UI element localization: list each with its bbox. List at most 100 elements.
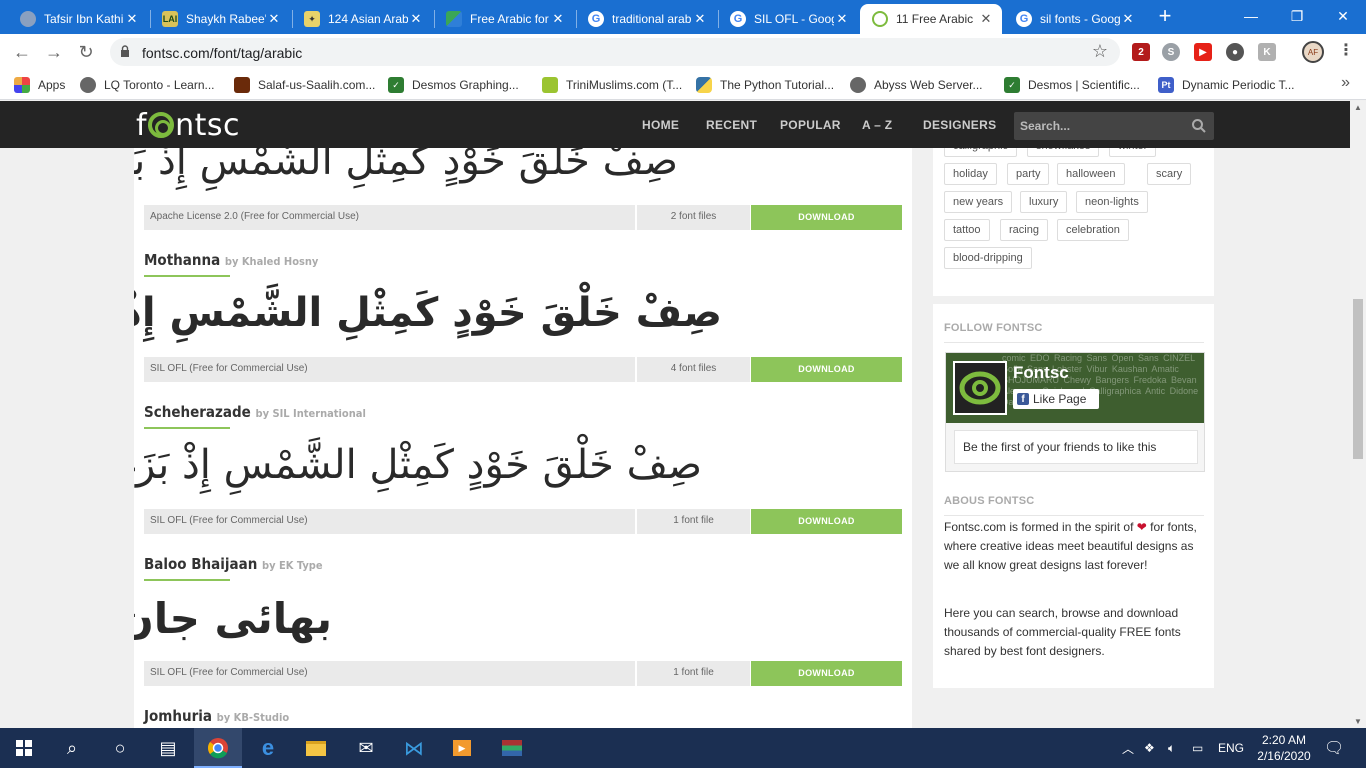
bookmark-apps[interactable]: Apps: [14, 76, 65, 94]
network-icon[interactable]: ▭: [1192, 728, 1203, 768]
close-window-icon[interactable]: ✕: [1320, 0, 1366, 32]
clock[interactable]: 2:20 AM 2/16/2020: [1256, 728, 1312, 768]
back-arrow-icon[interactable]: ←: [10, 40, 34, 64]
bookmark-item[interactable]: Salaf-us-Saalih.com...: [234, 76, 375, 94]
nav-designers[interactable]: DESIGNERS: [923, 101, 996, 148]
browser-tab[interactable]: G traditional arab ✕: [576, 4, 716, 34]
download-button[interactable]: DOWNLOAD: [751, 205, 902, 230]
forward-arrow-icon[interactable]: →: [42, 40, 66, 64]
mail-icon[interactable]: ✉: [342, 728, 390, 768]
font-designer[interactable]: by EK Type: [262, 559, 323, 572]
more-bookmarks-icon[interactable]: »: [1341, 74, 1350, 92]
extension-kana-icon[interactable]: K: [1258, 43, 1276, 61]
tag-holiday[interactable]: holiday: [944, 163, 997, 185]
nav-popular[interactable]: POPULAR: [780, 101, 841, 148]
close-tab-icon[interactable]: ✕: [1120, 11, 1136, 27]
close-tab-icon[interactable]: ✕: [266, 11, 282, 27]
download-button[interactable]: DOWNLOAD: [751, 661, 902, 686]
windows-start-icon[interactable]: [0, 728, 48, 768]
browser-tab[interactable]: ✦ 124 Asian Arab ✕: [292, 4, 432, 34]
facebook-like-button[interactable]: f Like Page: [1013, 389, 1099, 409]
close-tab-icon[interactable]: ✕: [692, 11, 708, 27]
font-title[interactable]: Mothanna by Khaled Hosny: [144, 251, 318, 269]
address-bar[interactable]: fontsc.com/font/tag/arabic ☆: [110, 38, 1120, 66]
tag-racing[interactable]: racing: [1000, 219, 1048, 241]
font-name[interactable]: Mothanna: [144, 251, 220, 269]
bookmark-item[interactable]: The Python Tutorial...: [696, 76, 834, 94]
extension-skype-icon[interactable]: S: [1162, 43, 1180, 61]
browser-tab[interactable]: Free Arabic for ✕: [434, 4, 574, 34]
chrome-taskbar-icon[interactable]: [194, 728, 242, 768]
profile-avatar[interactable]: AF: [1302, 41, 1324, 63]
browser-tab[interactable]: Tafsir Ibn Kathi ✕: [8, 4, 148, 34]
scrollbar-thumb[interactable]: [1353, 299, 1363, 459]
notifications-icon[interactable]: 🗨︎: [1324, 728, 1344, 768]
bookmark-item[interactable]: ✓ Desmos Graphing...: [388, 76, 519, 94]
tag-scary[interactable]: scary: [1147, 163, 1192, 185]
browser-tab[interactable]: G SIL OFL - Goog ✕: [718, 4, 858, 34]
nav-recent[interactable]: RECENT: [706, 101, 757, 148]
close-tab-icon[interactable]: ✕: [978, 11, 994, 27]
download-button[interactable]: DOWNLOAD: [751, 509, 902, 534]
scroll-down-icon[interactable]: ▼: [1354, 717, 1362, 726]
close-tab-icon[interactable]: ✕: [834, 11, 850, 27]
bookmark-item[interactable]: ✓ Desmos | Scientific...: [1004, 76, 1140, 94]
close-tab-icon[interactable]: ✕: [124, 11, 140, 27]
extension-shield-icon[interactable]: 2: [1132, 43, 1150, 61]
menu-kebab-icon[interactable]: ⋮: [1338, 41, 1354, 61]
bookmark-item[interactable]: Pt Dynamic Periodic T...: [1158, 76, 1294, 94]
site-search-input[interactable]: Search...: [1014, 112, 1214, 140]
file-explorer-icon[interactable]: [292, 728, 340, 768]
font-title[interactable]: Scheherazade by SIL International: [144, 403, 366, 421]
browser-tab-active[interactable]: 11 Free Arabic ✕: [860, 4, 1002, 34]
font-designer[interactable]: by Khaled Hosny: [225, 255, 318, 268]
fontsc-logo[interactable]: f ntsc: [136, 108, 240, 143]
fontsc-avatar[interactable]: [953, 361, 1007, 415]
search-icon[interactable]: ⌕: [48, 728, 96, 768]
restore-window-icon[interactable]: ❐: [1274, 0, 1320, 32]
nav-home[interactable]: HOME: [642, 101, 679, 148]
download-button[interactable]: DOWNLOAD: [751, 357, 902, 382]
extension-youtube-icon[interactable]: ▶: [1194, 43, 1212, 61]
browser-tab[interactable]: LAI Shaykh Rabee' ✕: [150, 4, 290, 34]
vscode-icon[interactable]: ⋈: [390, 728, 438, 768]
font-name[interactable]: Scheherazade: [144, 403, 251, 421]
page-scrollbar[interactable]: ▲ ▼: [1350, 101, 1366, 728]
font-designer[interactable]: by SIL International: [255, 407, 365, 420]
tag-celebration[interactable]: celebration: [1057, 219, 1129, 241]
winrar-icon[interactable]: [488, 728, 536, 768]
extension-dots-icon[interactable]: ●: [1226, 43, 1244, 61]
scroll-up-icon[interactable]: ▲: [1354, 103, 1362, 112]
bookmark-item[interactable]: Abyss Web Server...: [850, 76, 983, 94]
volume-icon[interactable]: 🔈︎: [1168, 728, 1175, 768]
browser-tab[interactable]: G sil fonts - Goog ✕: [1004, 4, 1144, 34]
facebook-page-name[interactable]: Fontsc: [1013, 363, 1069, 383]
media-player-icon[interactable]: ▶: [438, 728, 486, 768]
dropbox-icon[interactable]: ❖: [1144, 728, 1155, 768]
font-designer[interactable]: by KB-Studio: [217, 711, 289, 724]
tag-party[interactable]: party: [1007, 163, 1050, 185]
edge-icon[interactable]: e: [244, 728, 292, 768]
tag-halloween[interactable]: halloween: [1057, 163, 1125, 185]
tag-blood-dripping[interactable]: blood-dripping: [944, 247, 1032, 269]
font-name[interactable]: Jomhuria: [144, 707, 212, 725]
font-title[interactable]: Baloo Bhaijaan by EK Type: [144, 555, 323, 573]
close-tab-icon[interactable]: ✕: [408, 11, 424, 27]
minimize-window-icon[interactable]: —: [1228, 0, 1274, 32]
font-title[interactable]: Jomhuria by KB-Studio: [144, 707, 289, 725]
nav-a-z[interactable]: A – Z: [862, 101, 892, 148]
search-icon[interactable]: [1191, 118, 1207, 134]
tag-new-years[interactable]: new years: [944, 191, 1013, 213]
reload-icon[interactable]: ↻: [74, 40, 98, 64]
new-tab-button[interactable]: +: [1154, 5, 1176, 28]
tag-tattoo[interactable]: tattoo: [944, 219, 990, 241]
bookmark-item[interactable]: LQ Toronto - Learn...: [80, 76, 215, 94]
bookmark-item[interactable]: TriniMuslims.com (T...: [542, 76, 682, 94]
task-view-icon[interactable]: ▤: [144, 728, 192, 768]
bookmark-star-icon[interactable]: ☆: [1092, 41, 1108, 62]
cortana-icon[interactable]: ○: [96, 728, 144, 768]
language-indicator[interactable]: ENG: [1218, 728, 1244, 768]
close-tab-icon[interactable]: ✕: [550, 11, 566, 27]
url-text[interactable]: fontsc.com/font/tag/arabic: [142, 45, 302, 61]
tag-neon-lights[interactable]: neon-lights: [1076, 191, 1148, 213]
